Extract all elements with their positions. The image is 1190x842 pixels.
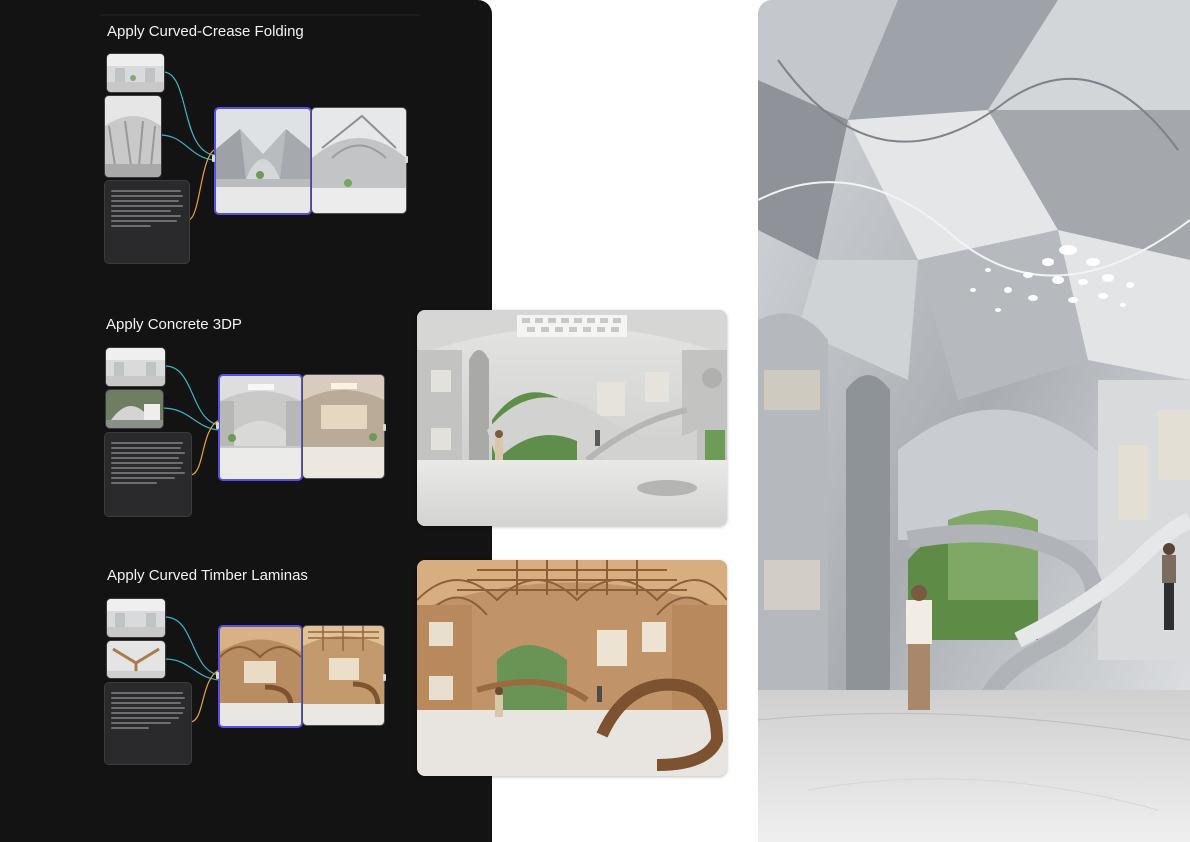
prompt-text-node[interactable] [104, 180, 190, 264]
render-output-2[interactable] [302, 625, 385, 726]
timber-laminas-render [220, 627, 301, 726]
concrete-3dp-render-alt [303, 375, 384, 478]
wire-connector [162, 71, 215, 156]
section-title-timber: Apply Curved Timber Laminas [107, 567, 308, 584]
reference-thumbnail [106, 390, 163, 428]
render-output-1[interactable] [218, 625, 303, 728]
wire-connector [161, 407, 220, 431]
reference-image-node[interactable] [106, 640, 166, 679]
node-handle[interactable] [405, 156, 408, 163]
timber-laminas-render-alt [303, 626, 384, 725]
render-output-1[interactable] [218, 374, 303, 481]
section-title-folding: Apply Curved-Crease Folding [107, 23, 304, 40]
input-image-node[interactable] [105, 347, 166, 387]
wire-connector [164, 658, 220, 681]
reference-image-node[interactable] [104, 95, 162, 178]
folded-metal-render-alt [312, 108, 406, 213]
wire-connector [189, 419, 220, 476]
wire-connector [159, 134, 215, 161]
wire-connector [187, 149, 215, 221]
curved-crease-metal-interior [758, 0, 1190, 842]
reference-thumbnail [105, 96, 161, 177]
render-output-2[interactable] [302, 374, 385, 479]
wire-connector [189, 669, 220, 723]
node-handle[interactable] [383, 424, 386, 431]
interior-thumbnail [107, 54, 164, 92]
interior-thumbnail [106, 348, 165, 386]
render-output-2[interactable] [311, 107, 407, 214]
timber-interior-render [417, 560, 727, 776]
concrete-3dp-render [220, 376, 301, 479]
render-output-1[interactable] [214, 107, 312, 215]
wire-connector [164, 616, 220, 676]
concrete-preview-image[interactable] [417, 310, 727, 526]
reference-image-node[interactable] [105, 389, 164, 429]
hero-render-image[interactable] [758, 0, 1190, 842]
section-title-concrete: Apply Concrete 3DP [106, 316, 242, 333]
wire-connector [164, 365, 220, 426]
node-handle[interactable] [216, 422, 219, 429]
reference-thumbnail [107, 641, 165, 678]
prompt-text-node[interactable] [104, 682, 192, 765]
node-handle[interactable] [383, 674, 386, 681]
interior-thumbnail [107, 599, 165, 637]
prompt-text-node[interactable] [104, 432, 192, 517]
timber-preview-image[interactable] [417, 560, 727, 776]
folded-metal-render [216, 109, 310, 213]
input-image-node[interactable] [106, 53, 165, 93]
concrete-interior-render [417, 310, 727, 526]
node-handle[interactable] [216, 672, 219, 679]
input-image-node[interactable] [106, 598, 166, 638]
node-handle[interactable] [212, 155, 215, 162]
